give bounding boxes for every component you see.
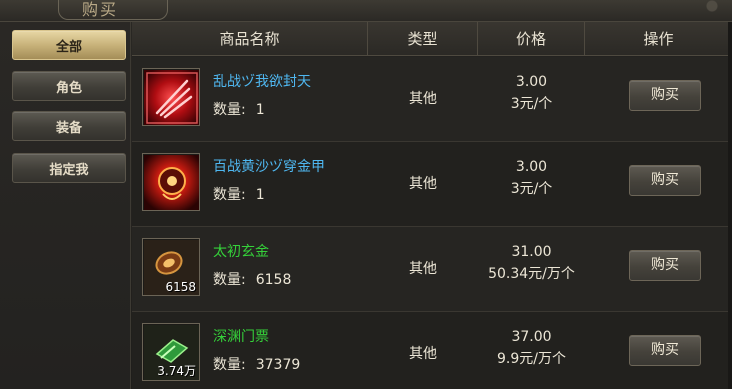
price-unit: 3元/个 (510, 96, 553, 112)
header-name: 商品名称 (132, 22, 368, 56)
item-price-cell: 37.00 9.9元/万个 (478, 326, 585, 370)
green-ticket-icon[interactable]: 3.74万 (142, 323, 200, 381)
price-total: 3.00 (515, 74, 548, 90)
category-all-button[interactable]: 全部 (12, 30, 126, 60)
buy-button[interactable]: 购买 (629, 335, 701, 366)
item-name: 乱战ヅ我欲封天 (213, 74, 311, 90)
price-unit: 3元/个 (510, 181, 553, 197)
quantity-value: 1 (255, 187, 265, 203)
category-equipment-button[interactable]: 装备 (12, 111, 126, 141)
price-unit: 50.34元/万个 (488, 266, 575, 282)
table-header: 商品名称 类型 价格 操作 (132, 22, 732, 56)
category-assigned-button[interactable]: 指定我 (12, 153, 126, 183)
gold-ore-icon[interactable]: 6158 (142, 238, 200, 296)
stack-count-badge: 6158 (165, 280, 196, 294)
table-row: 6158 太初玄金 数量: 6158 其他 31.00 50.34元/万个 购买 (132, 227, 732, 312)
item-type: 其他 (409, 176, 437, 192)
right-edge-divider (728, 22, 732, 389)
header-type: 类型 (368, 22, 478, 56)
price-total: 3.00 (515, 159, 548, 175)
item-name: 深渊门票 (213, 329, 269, 345)
quantity-label: 数量: (213, 272, 246, 288)
window-title: 购买 (82, 0, 119, 19)
item-name: 太初玄金 (213, 244, 269, 260)
item-price-cell: 31.00 50.34元/万个 (478, 241, 585, 285)
item-table: 商品名称 类型 价格 操作 乱战ヅ我欲封天 数量: 1 其他 3.00 3元/个… (132, 22, 732, 389)
price-total: 31.00 (511, 244, 552, 260)
quantity-value: 6158 (255, 272, 292, 288)
buy-button[interactable]: 购买 (629, 80, 701, 111)
item-quantity: 数量: 1 (213, 99, 265, 119)
item-type: 其他 (409, 261, 437, 277)
item-name: 百战黄沙ヅ穿金甲 (213, 159, 325, 175)
header-price: 价格 (478, 22, 585, 56)
item-price-cell: 3.00 3元/个 (478, 156, 585, 200)
item-quantity: 数量: 1 (213, 184, 265, 204)
table-row: 乱战ヅ我欲封天 数量: 1 其他 3.00 3元/个 购买 (132, 57, 732, 142)
quantity-value: 1 (255, 102, 265, 118)
red-claw-skill-icon[interactable] (142, 68, 200, 126)
fire-armor-icon[interactable] (142, 153, 200, 211)
item-quantity: 数量: 6158 (213, 269, 291, 289)
item-type: 其他 (409, 346, 437, 362)
shop-window: 购买 全部 角色 装备 指定我 商品名称 类型 价格 操作 乱战ヅ我欲封天 数量… (0, 0, 732, 389)
title-bar: 购买 (0, 0, 732, 22)
price-total: 37.00 (511, 329, 552, 345)
stack-count-badge: 3.74万 (157, 364, 196, 378)
item-price-cell: 3.00 3元/个 (478, 71, 585, 115)
buy-button[interactable]: 购买 (629, 165, 701, 196)
header-action: 操作 (643, 30, 674, 48)
price-unit: 9.9元/万个 (497, 351, 566, 367)
item-quantity: 数量: 37379 (213, 354, 300, 374)
table-row: 百战黄沙ヅ穿金甲 数量: 1 其他 3.00 3元/个 购买 (132, 142, 732, 227)
quantity-label: 数量: (213, 102, 246, 118)
category-role-button[interactable]: 角色 (12, 71, 126, 101)
ornament-icon (692, 0, 732, 22)
quantity-label: 数量: (213, 187, 246, 203)
buy-button[interactable]: 购买 (629, 250, 701, 281)
quantity-value: 37379 (255, 357, 301, 373)
category-sidebar: 全部 角色 装备 指定我 (0, 22, 131, 389)
quantity-label: 数量: (213, 357, 246, 373)
item-type: 其他 (409, 91, 437, 107)
table-row: 3.74万 深渊门票 数量: 37379 其他 37.00 9.9元/万个 购买 (132, 312, 732, 389)
